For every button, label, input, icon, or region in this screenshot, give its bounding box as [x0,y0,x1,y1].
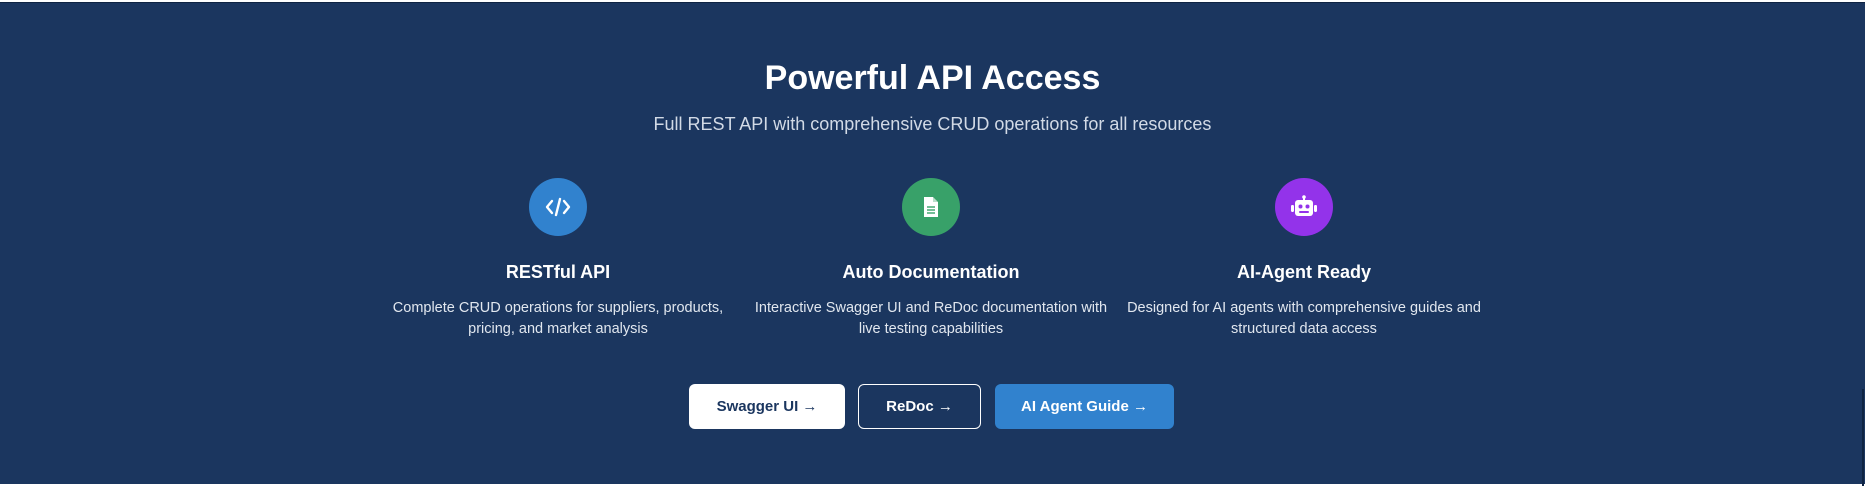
feature-description: Interactive Swagger UI and ReDoc documen… [754,300,1108,337]
code-icon [529,178,587,236]
ai-agent-guide-button[interactable]: AI Agent Guide → [995,384,1174,429]
section-subtitle: Full REST API with comprehensive CRUD op… [653,114,1212,134]
feature-description: Complete CRUD operations for suppliers, … [392,300,724,337]
document-icon [902,178,960,236]
api-access-section: Powerful API Access Full REST API with c… [0,2,1865,486]
feature-title: Auto Documentation [842,262,1020,282]
robot-icon [1275,178,1333,236]
section-title: Powerful API Access [764,59,1101,97]
scrollbar-edge [1862,389,1864,486]
swagger-ui-button[interactable]: Swagger UI → [689,384,845,429]
feature-title: RESTful API [505,262,611,282]
feature-title: AI-Agent Ready [1236,262,1371,282]
feature-description: Designed for AI agents with comprehensiv… [1127,300,1481,337]
redoc-button[interactable]: ReDoc → [858,384,981,429]
